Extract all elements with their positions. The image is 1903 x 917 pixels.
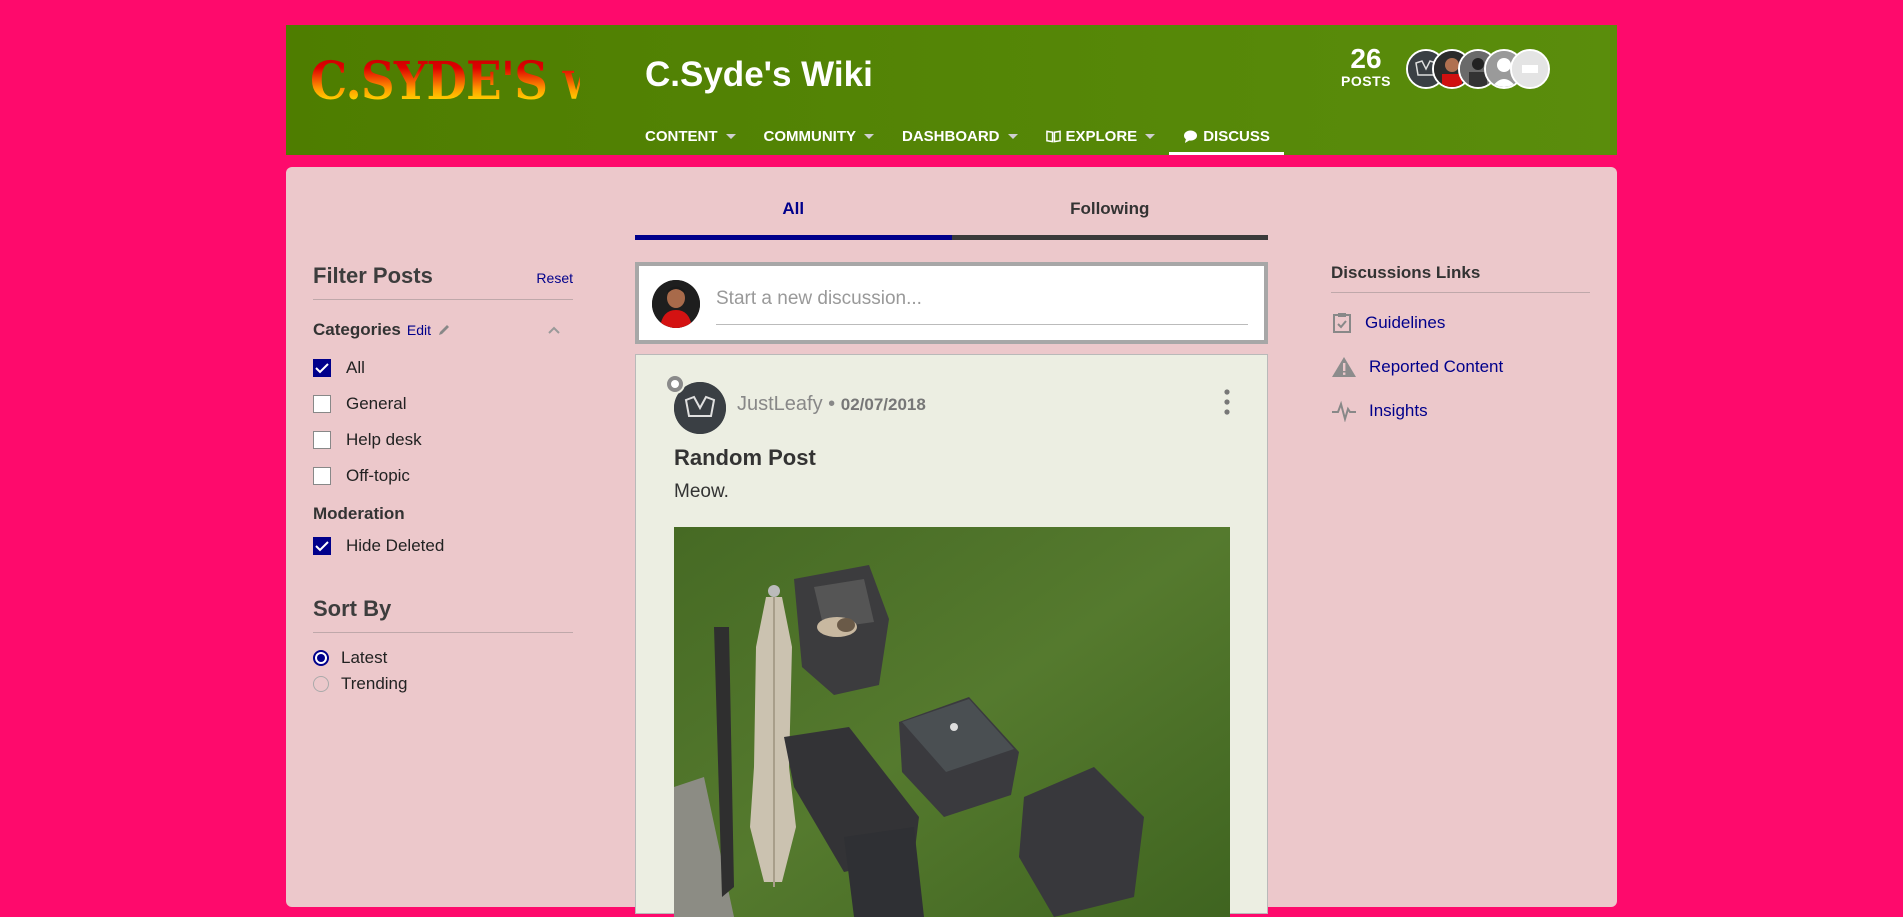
chevron-down-icon — [1145, 133, 1156, 139]
links-list: Guidelines Reported Content Insights — [1331, 301, 1590, 433]
link-label: Reported Content — [1369, 357, 1504, 376]
nav-dashboard-label: DASHBOARD — [902, 127, 1000, 145]
sort-trending[interactable]: Trending — [313, 671, 573, 697]
chevron-down-icon — [1007, 133, 1018, 139]
filter-header: Filter Posts Reset — [313, 263, 573, 300]
post-title[interactable]: Random Post — [674, 445, 816, 471]
post-body: Meow. — [674, 481, 729, 502]
link-reported-content[interactable]: Reported Content — [1331, 345, 1590, 389]
tab-following[interactable]: Following — [951, 194, 1268, 240]
checkbox-checked[interactable] — [313, 537, 331, 555]
main-nav: CONTENT COMMUNITY DASHBOARD EXPLORE DISC… — [645, 121, 1284, 155]
avatar — [652, 280, 700, 328]
moderation-hide-deleted[interactable]: Hide Deleted — [313, 528, 573, 564]
checkbox[interactable] — [313, 431, 331, 449]
avatar[interactable] — [1510, 49, 1550, 89]
posts-count-label: POSTS — [1341, 73, 1391, 89]
reset-link[interactable]: Reset — [536, 270, 573, 286]
post-meta: JustLeafy • 02/07/2018 — [737, 393, 926, 416]
category-label: Help desk — [346, 430, 422, 449]
post-author[interactable]: JustLeafy — [737, 393, 823, 415]
clipboard-check-icon — [1333, 313, 1351, 333]
sort-label: Latest — [341, 648, 388, 667]
checkbox-checked[interactable] — [313, 359, 331, 377]
nav-content[interactable]: CONTENT — [645, 121, 750, 151]
post-date[interactable]: 02/07/2018 — [841, 395, 926, 414]
chevron-down-icon — [864, 133, 874, 139]
sort-latest[interactable]: Latest — [313, 645, 573, 671]
wiki-logo[interactable]: C.SYDE'S WIKI — [310, 47, 580, 117]
posts-counter[interactable]: 26 POSTS — [1332, 43, 1400, 90]
discussion-post[interactable]: JustLeafy • 02/07/2018 Random Post Meow. — [635, 354, 1268, 917]
feed-tabs: All Following — [635, 194, 1268, 240]
chevron-up-icon[interactable] — [547, 325, 561, 335]
category-general[interactable]: General — [313, 386, 573, 422]
nav-explore-label: EXPLORE — [1065, 127, 1138, 145]
links-title: Discussions Links — [1331, 263, 1590, 293]
checkbox[interactable] — [313, 467, 331, 485]
check-icon — [315, 363, 329, 374]
category-label: Off-topic — [346, 466, 410, 485]
nav-discuss[interactable]: DISCUSS — [1169, 121, 1284, 155]
active-users-avatars — [1406, 49, 1550, 89]
check-icon — [315, 541, 329, 552]
more-options-icon[interactable] — [1224, 389, 1230, 415]
link-label: Insights — [1369, 401, 1428, 420]
meta-separator: • — [828, 393, 836, 415]
tab-all[interactable]: All — [635, 194, 952, 240]
pulse-icon — [1332, 400, 1356, 422]
category-label: All — [346, 358, 365, 377]
link-insights[interactable]: Insights — [1331, 389, 1590, 433]
input-underline — [716, 324, 1248, 325]
nav-community-label: COMMUNITY — [763, 127, 857, 145]
nav-discuss-label: DISCUSS — [1203, 127, 1270, 145]
garden-photo — [674, 527, 1230, 917]
warning-icon — [1332, 357, 1356, 377]
nav-community[interactable]: COMMUNITY — [750, 121, 889, 151]
role-badge-icon — [665, 374, 685, 394]
categories-title: Categories — [313, 320, 401, 339]
chevron-down-icon — [725, 133, 736, 139]
site-title[interactable]: C.Syde's Wiki — [645, 55, 873, 95]
wiki-header: C.SYDE'S WIKI C.Syde's Wiki CONTENT COMM… — [286, 25, 1617, 155]
link-guidelines[interactable]: Guidelines — [1331, 301, 1590, 345]
radio[interactable] — [313, 676, 329, 692]
speech-bubble-icon — [1184, 129, 1198, 143]
categories-header: Categories Edit — [313, 320, 573, 340]
filter-sidebar: Filter Posts Reset Categories Edit All G… — [313, 263, 573, 697]
filter-title: Filter Posts — [313, 263, 433, 288]
category-off-topic[interactable]: Off-topic — [313, 458, 573, 494]
category-help-desk[interactable]: Help desk — [313, 422, 573, 458]
post-image[interactable] — [674, 527, 1230, 917]
category-all[interactable]: All — [313, 350, 573, 386]
posts-count-number: 26 — [1350, 43, 1382, 74]
new-discussion-input[interactable]: Start a new discussion... — [716, 288, 922, 310]
sort-by-title: Sort By — [313, 596, 573, 633]
categories-edit-link[interactable]: Edit — [407, 322, 431, 338]
category-list: All General Help desk Off-topic — [313, 350, 573, 494]
checkbox[interactable] — [313, 395, 331, 413]
nav-content-label: CONTENT — [645, 127, 718, 145]
sort-options: Latest Trending — [313, 645, 573, 697]
nav-explore[interactable]: EXPLORE — [1032, 121, 1170, 151]
new-discussion-composer[interactable]: Start a new discussion... — [635, 262, 1268, 344]
nav-dashboard[interactable]: DASHBOARD — [888, 121, 1032, 151]
link-label: Guidelines — [1365, 313, 1446, 332]
radio-selected[interactable] — [313, 650, 329, 666]
discussions-panel: Filter Posts Reset Categories Edit All G… — [286, 167, 1617, 917]
pencil-icon[interactable] — [437, 323, 451, 337]
sort-label: Trending — [341, 674, 408, 693]
category-label: General — [346, 394, 407, 413]
discussions-links: Discussions Links Guidelines Reported Co… — [1331, 263, 1590, 433]
moderation-title: Moderation — [313, 504, 405, 523]
moderation-label: Hide Deleted — [346, 536, 445, 555]
book-icon — [1045, 129, 1061, 143]
